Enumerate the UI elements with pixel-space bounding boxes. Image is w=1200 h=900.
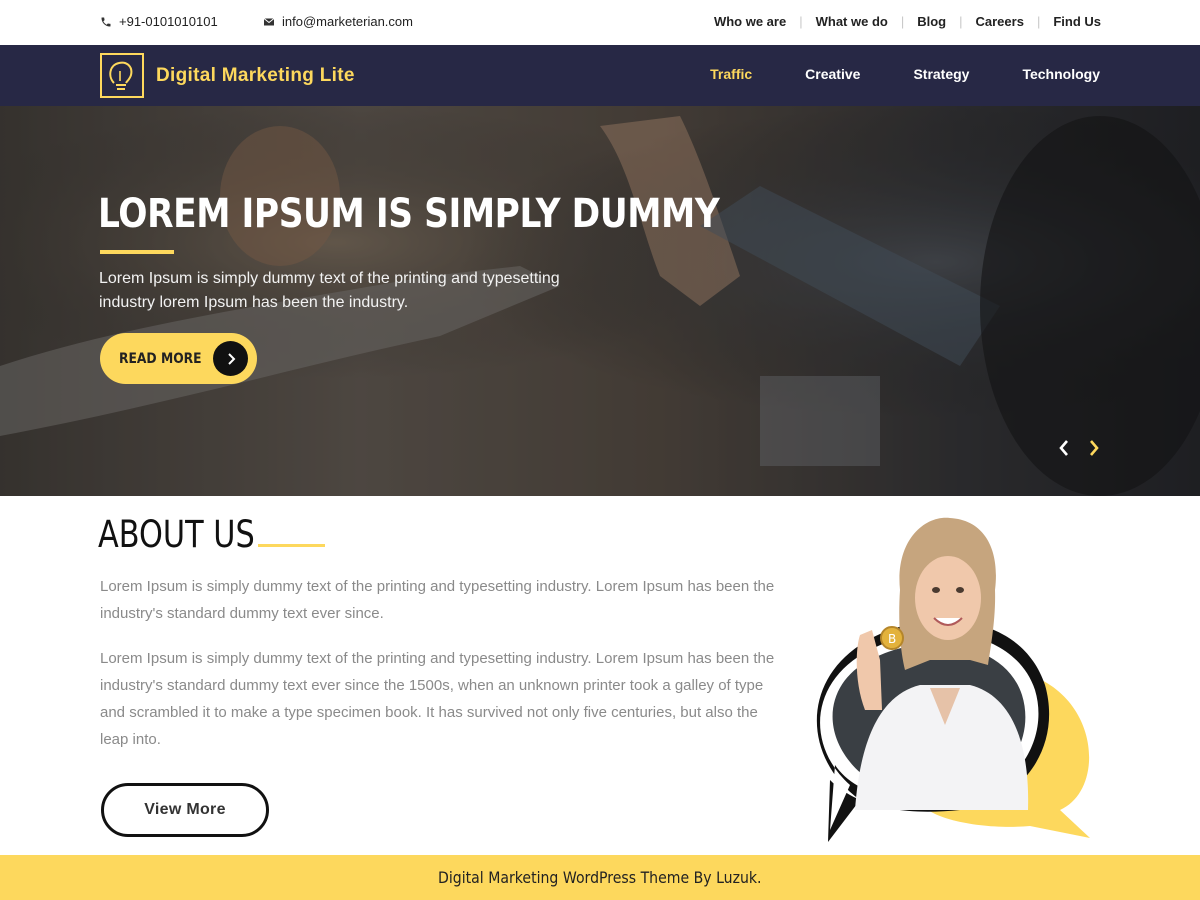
main-header: Digital Marketing Lite Traffic Creative …: [0, 45, 1200, 106]
envelope-icon: [263, 17, 275, 25]
phone-number: +91-0101010101: [119, 14, 218, 29]
svg-text:B: B: [888, 632, 896, 646]
top-links: Who we are | What we do | Blog | Careers…: [714, 14, 1101, 29]
email-address: info@marketerian.com: [282, 14, 413, 29]
slider-controls: [1057, 438, 1101, 458]
chevron-right-icon: [213, 341, 248, 376]
nav-item-strategy[interactable]: Strategy: [913, 66, 969, 82]
read-more-button[interactable]: READ MORE: [100, 333, 257, 384]
divider: |: [1036, 14, 1041, 29]
chevron-right-icon[interactable]: [1087, 438, 1101, 458]
read-more-label: READ MORE: [119, 350, 202, 367]
top-link-what-we-do[interactable]: What we do: [816, 14, 888, 29]
nav-item-traffic[interactable]: Traffic: [710, 66, 752, 82]
about-title: ABOUT US: [98, 513, 255, 556]
about-image: B: [816, 517, 1090, 842]
top-link-find-us[interactable]: Find Us: [1053, 14, 1101, 29]
view-more-label: View More: [144, 801, 226, 818]
top-bar: +91-0101010101 info@marketerian.com Who …: [0, 0, 1200, 45]
divider: |: [900, 14, 905, 29]
footer-credit[interactable]: Digital Marketing WordPress Theme By Luz…: [438, 868, 761, 887]
top-link-careers[interactable]: Careers: [976, 14, 1024, 29]
nav-item-creative[interactable]: Creative: [805, 66, 860, 82]
phone-icon: [101, 17, 111, 26]
footer: Digital Marketing WordPress Theme By Luz…: [0, 855, 1200, 900]
nav-item-technology[interactable]: Technology: [1022, 66, 1100, 82]
divider: |: [799, 14, 803, 29]
view-more-button[interactable]: View More: [101, 783, 269, 837]
about-title-underline: [258, 544, 325, 547]
main-nav: Traffic Creative Strategy Technology: [710, 66, 1100, 82]
hero-slider: LOREM IPSUM IS SIMPLY DUMMY Lorem Ipsum …: [0, 106, 1200, 496]
about-paragraph: Lorem Ipsum is simply dummy text of the …: [100, 650, 775, 748]
hero-title: LOREM IPSUM IS SIMPLY DUMMY: [98, 191, 720, 237]
hero-title-underline: [100, 250, 174, 254]
top-link-blog[interactable]: Blog: [917, 14, 946, 29]
divider: |: [959, 14, 963, 29]
email-contact[interactable]: info@marketerian.com: [263, 14, 413, 29]
about-paragraph: Lorem Ipsum is simply dummy text of the …: [100, 578, 775, 622]
chevron-left-icon[interactable]: [1057, 438, 1071, 458]
phone-contact[interactable]: +91-0101010101: [100, 14, 218, 29]
logo-text: Digital Marketing Lite: [156, 64, 355, 86]
hero-description: Lorem Ipsum is simply dummy text of the …: [99, 270, 560, 311]
top-link-who-we-are[interactable]: Who we are: [714, 14, 786, 29]
site-logo[interactable]: Digital Marketing Lite: [100, 53, 355, 98]
lightbulb-icon: [100, 53, 144, 98]
